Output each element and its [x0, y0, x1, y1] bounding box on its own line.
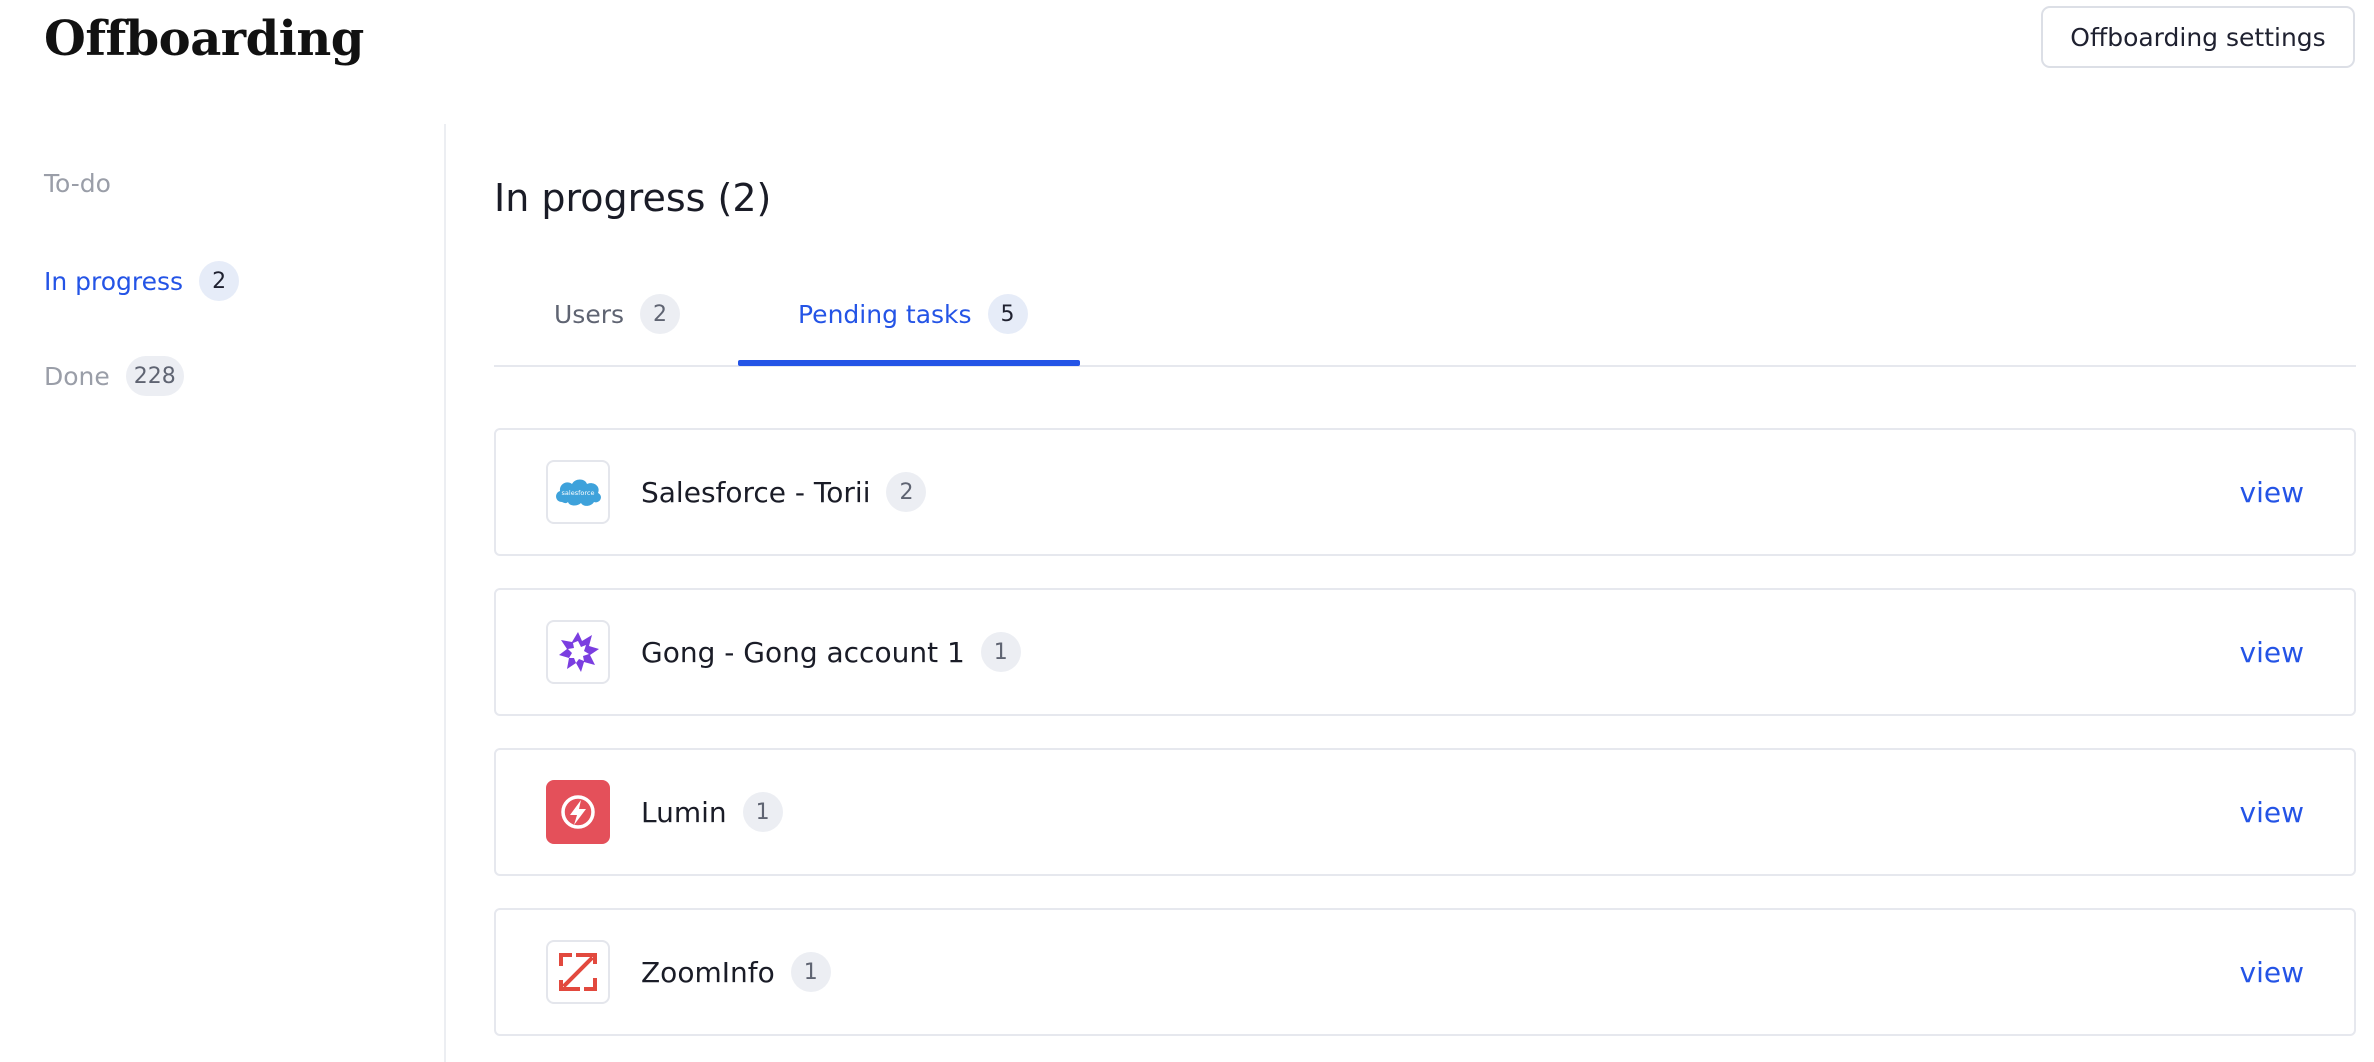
view-link[interactable]: view — [2240, 910, 2304, 1034]
app-name: Salesforce - Torii — [641, 475, 871, 509]
count-badge: 2 — [886, 472, 927, 512]
sidebar-item-label: Done — [44, 361, 110, 391]
sidebar-divider — [444, 124, 446, 1062]
tab-label: Users — [554, 299, 625, 329]
view-link[interactable]: view — [2240, 430, 2304, 554]
list-item: salesforce Salesforce - Torii 2 view — [494, 428, 2356, 556]
section-title: In progress (2) — [494, 176, 772, 220]
view-link[interactable]: view — [2240, 590, 2304, 714]
app-name: ZoomInfo — [641, 955, 775, 989]
tab-label: Pending tasks — [798, 299, 972, 329]
sidebar-item-done[interactable]: Done 228 — [44, 353, 184, 399]
list-item: ZoomInfo 1 view — [494, 908, 2356, 1036]
sidebar-item-label: To-do — [44, 168, 111, 198]
page-title: Offboarding — [44, 11, 364, 67]
lumin-icon — [546, 780, 610, 844]
count-badge: 1 — [790, 952, 831, 992]
count-badge: 2 — [640, 294, 681, 334]
count-badge: 5 — [987, 294, 1028, 334]
tab-pending-tasks[interactable]: Pending tasks 5 — [798, 290, 1028, 338]
salesforce-icon: salesforce — [546, 460, 610, 524]
app-name: Gong - Gong account 1 — [641, 635, 965, 669]
view-link[interactable]: view — [2240, 750, 2304, 874]
active-tab-indicator — [738, 360, 1080, 366]
zoominfo-icon — [546, 940, 610, 1004]
tab-users[interactable]: Users 2 — [554, 290, 681, 338]
sidebar-item-in-progress[interactable]: In progress 2 — [44, 258, 240, 304]
sidebar-item-to-do[interactable]: To-do — [44, 160, 111, 206]
count-badge: 1 — [980, 632, 1021, 672]
offboarding-settings-button[interactable]: Offboarding settings — [2041, 6, 2355, 68]
app-name: Lumin — [641, 795, 727, 829]
sidebar-item-label: In progress — [44, 266, 184, 296]
count-badge: 228 — [125, 356, 184, 396]
salesforce-logo-text: salesforce — [562, 489, 595, 497]
count-badge: 2 — [199, 261, 240, 301]
gong-icon — [546, 620, 610, 684]
list-item: Gong - Gong account 1 1 view — [494, 588, 2356, 716]
count-badge: 1 — [742, 792, 783, 832]
list-item: Lumin 1 view — [494, 748, 2356, 876]
